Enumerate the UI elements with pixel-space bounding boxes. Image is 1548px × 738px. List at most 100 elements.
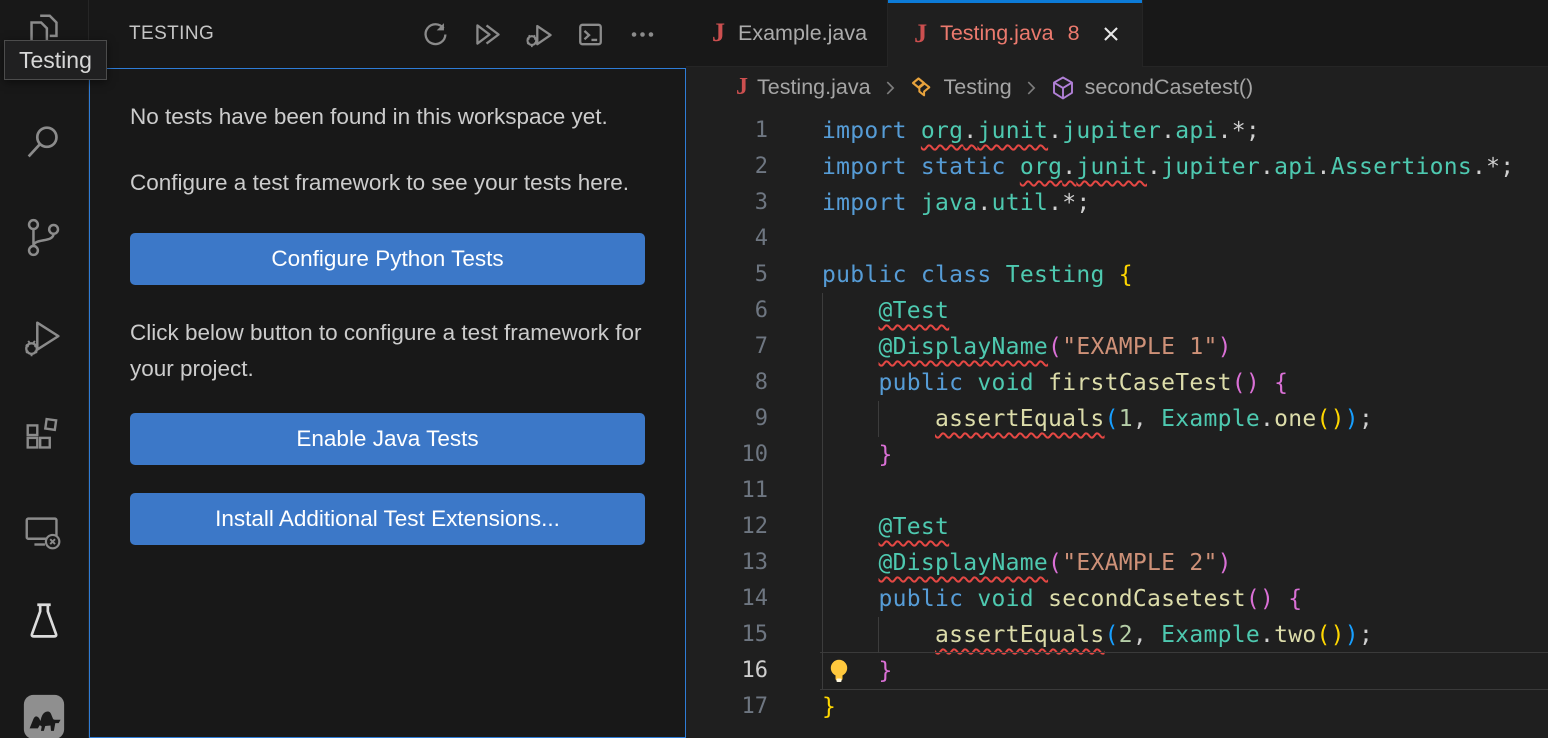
quick-fix-lightbulb-icon[interactable] <box>825 657 853 685</box>
code-area: 1import org.junit.jupiter.api.*;2import … <box>686 108 1548 738</box>
more-actions-icon <box>628 20 657 49</box>
class-icon <box>909 75 935 101</box>
code-text[interactable]: import org.junit.jupiter.api.*; <box>768 113 1260 149</box>
code-line: 7 @DisplayName("EXAMPLE 1") <box>686 329 1548 365</box>
indent-guide <box>822 293 823 689</box>
code-line: 5public class Testing { <box>686 257 1548 293</box>
line-number[interactable]: 3 <box>686 185 768 221</box>
enable-java-tests-button[interactable]: Enable Java Tests <box>130 413 645 465</box>
code-text[interactable]: import java.util.*; <box>768 185 1090 221</box>
activity-bar-item-camel-extension[interactable] <box>19 690 69 738</box>
sidebar-action-terminal[interactable] <box>575 19 606 50</box>
sidebar-title: TESTING <box>129 23 214 45</box>
code-text[interactable]: @DisplayName("EXAMPLE 2") <box>768 545 1232 581</box>
code-line: 9 assertEquals(1, Example.one()); <box>686 401 1548 437</box>
tab-label: Example.java <box>738 21 867 46</box>
breadcrumb-item[interactable]: JTesting.java <box>736 74 871 101</box>
code-line: 6 @Test <box>686 293 1548 329</box>
code-line: 11 <box>686 473 1548 509</box>
tab-strip-filler <box>1143 0 1548 67</box>
sidebar-action-run-all[interactable] <box>471 19 502 50</box>
code-text[interactable]: public void firstCaseTest() { <box>768 365 1288 401</box>
code-text[interactable]: @DisplayName("EXAMPLE 1") <box>768 329 1232 365</box>
line-number[interactable]: 9 <box>686 401 768 437</box>
configure-framework-message: Configure a test framework to see your t… <box>130 165 645 201</box>
breadcrumb-item[interactable]: secondCasetest() <box>1050 75 1254 101</box>
run-all-icon <box>472 20 501 49</box>
testing-flask-icon <box>21 599 67 645</box>
line-number[interactable]: 14 <box>686 581 768 617</box>
breadcrumb-item[interactable]: Testing <box>909 75 1012 101</box>
source-control-icon <box>21 215 67 261</box>
testing-sidebar: TESTING No tests have been found in this… <box>88 0 686 738</box>
java-file-icon: J <box>914 19 927 49</box>
code-text[interactable]: import static org.junit.jupiter.api.Asse… <box>768 149 1514 185</box>
tab-example-java[interactable]: JExample.java <box>686 0 888 67</box>
chevron-right-icon <box>880 78 900 98</box>
line-number[interactable]: 15 <box>686 617 768 653</box>
activity-bar-item-testing-flask[interactable] <box>19 597 69 647</box>
line-number[interactable]: 4 <box>686 221 768 257</box>
method-icon <box>1050 75 1076 101</box>
line-number[interactable]: 11 <box>686 473 768 509</box>
sidebar-actions <box>419 19 658 50</box>
sidebar-action-refresh[interactable] <box>419 19 450 50</box>
code-line: 16 } <box>686 653 1548 689</box>
line-number[interactable]: 12 <box>686 509 768 545</box>
activity-bar-item-search[interactable] <box>19 118 69 168</box>
code-text[interactable] <box>768 221 822 257</box>
tab-testing-java[interactable]: JTesting.java8 <box>888 0 1143 67</box>
code-text[interactable]: } <box>768 689 836 725</box>
line-number[interactable]: 17 <box>686 689 768 725</box>
code-text[interactable]: } <box>768 437 893 473</box>
code-text[interactable]: public class Testing { <box>768 257 1133 293</box>
line-number[interactable]: 8 <box>686 365 768 401</box>
click-below-message: Click below button to configure a test f… <box>130 315 645 387</box>
sidebar-action-debug-run[interactable] <box>523 19 554 50</box>
line-number[interactable]: 1 <box>686 113 768 149</box>
debug-run-icon <box>524 20 553 49</box>
code-text[interactable]: assertEquals(1, Example.one()); <box>768 401 1373 437</box>
code-text[interactable]: assertEquals(2, Example.two()); <box>768 617 1373 653</box>
sidebar-action-more-actions[interactable] <box>627 19 658 50</box>
code-line: 10 } <box>686 437 1548 473</box>
tab-strip: JExample.javaJTesting.java8 <box>686 0 1548 67</box>
vscode-window: Testing TESTING No tests have been found… <box>0 0 1548 738</box>
no-tests-message: No tests have been found in this workspa… <box>130 99 645 135</box>
line-number[interactable]: 16 <box>686 653 768 689</box>
code-line: 3import java.util.*; <box>686 185 1548 221</box>
indent-guide <box>878 617 879 653</box>
activity-bar-item-run-debug[interactable] <box>19 314 69 364</box>
activity-bar-item-remote-explorer[interactable] <box>19 508 69 558</box>
close-icon[interactable] <box>1100 23 1122 45</box>
code-line: 15 assertEquals(2, Example.two()); <box>686 617 1548 653</box>
code-text[interactable] <box>768 473 822 509</box>
code-line: 12 @Test <box>686 509 1548 545</box>
line-number[interactable]: 2 <box>686 149 768 185</box>
code-line: 2import static org.junit.jupiter.api.Ass… <box>686 149 1548 185</box>
install-test-extensions-button[interactable]: Install Additional Test Extensions... <box>130 493 645 545</box>
line-number[interactable]: 13 <box>686 545 768 581</box>
configure-python-tests-button[interactable]: Configure Python Tests <box>130 233 645 285</box>
extensions-icon <box>21 412 67 458</box>
editor-group: JExample.javaJTesting.java8 JTesting.jav… <box>686 0 1548 738</box>
sidebar-body: No tests have been found in this workspa… <box>89 68 686 738</box>
line-number[interactable]: 10 <box>686 437 768 473</box>
remote-explorer-icon <box>21 510 67 556</box>
activity-bar-item-extensions[interactable] <box>19 410 69 460</box>
code-text[interactable]: @Test <box>768 293 949 329</box>
camel-extension-icon <box>21 692 67 738</box>
breadcrumb-label: Testing.java <box>757 75 871 100</box>
code-line: 4 <box>686 221 1548 257</box>
line-number[interactable]: 6 <box>686 293 768 329</box>
line-number[interactable]: 5 <box>686 257 768 293</box>
line-number[interactable]: 7 <box>686 329 768 365</box>
tab-label: Testing.java <box>940 21 1054 46</box>
breadcrumb: JTesting.java Testing secondCasetest() <box>686 67 1548 108</box>
code-text[interactable]: @Test <box>768 509 949 545</box>
activity-bar-item-source-control[interactable] <box>19 213 69 263</box>
code-text[interactable]: public void secondCasetest() { <box>768 581 1302 617</box>
refresh-icon <box>420 20 449 49</box>
breadcrumb-label: secondCasetest() <box>1085 75 1254 100</box>
code-line: 17} <box>686 689 1548 725</box>
